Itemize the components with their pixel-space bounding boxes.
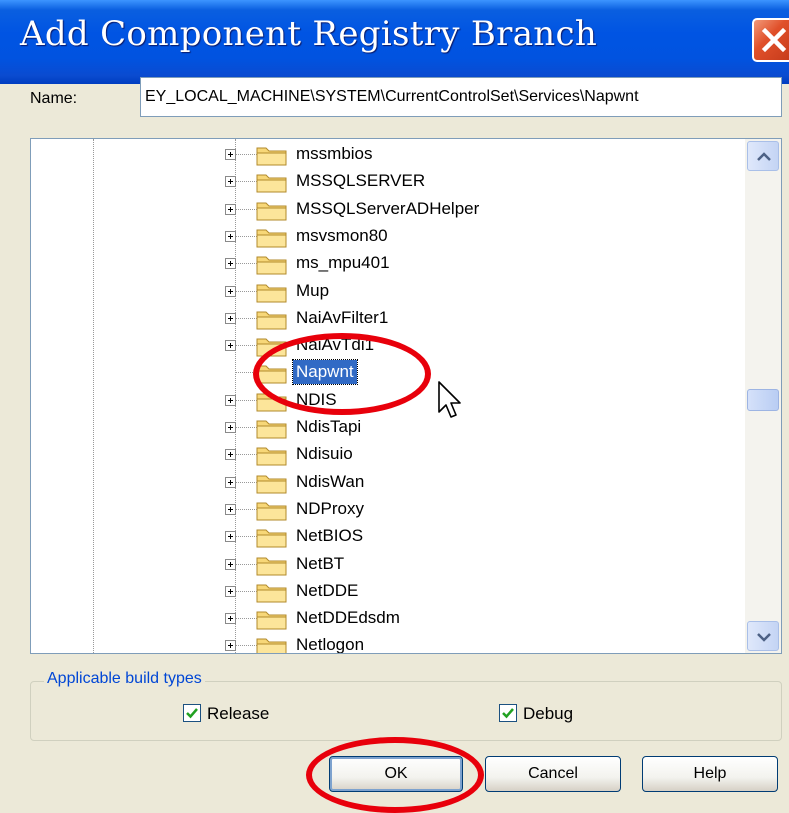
tree-item-label: NetBT: [296, 553, 345, 573]
folder-icon: [256, 472, 288, 494]
cancel-button-label: Cancel: [528, 765, 578, 782]
debug-label: Debug: [523, 704, 574, 723]
tree-item-label: NetBIOS: [296, 526, 364, 546]
tree-item-label: Mup: [296, 280, 330, 300]
folder-icon: [256, 417, 288, 439]
tree-item-label: mssmbios: [296, 144, 373, 163]
expand-plus-icon[interactable]: [225, 149, 236, 160]
chevron-down-icon: [757, 633, 771, 642]
expand-plus-icon[interactable]: [225, 230, 236, 242]
highlight-circle-napwnt: [253, 333, 431, 415]
debug-checkbox-box[interactable]: [499, 704, 517, 722]
tree-item-label: NDProxy: [296, 498, 365, 518]
name-label: Name:: [30, 90, 78, 107]
close-button[interactable]: [752, 18, 789, 62]
expand-plus-icon[interactable]: [225, 176, 236, 188]
chevron-up-icon: [757, 152, 771, 161]
name-field[interactable]: EY_LOCAL_MACHINE\SYSTEM\CurrentControlSe…: [140, 77, 782, 117]
title-bar: Add Component Registry Branch: [0, 0, 789, 84]
tree-item-label: Ndisuio: [296, 444, 353, 464]
expand-plus-icon[interactable]: [225, 285, 236, 297]
expand-plus-icon[interactable]: [225, 613, 236, 625]
expand-plus-icon[interactable]: [225, 312, 236, 324]
folder-icon: [256, 499, 288, 521]
tree-item-label: NetDDE: [296, 580, 359, 600]
checkmark-icon: [186, 708, 198, 719]
expand-plus-icon[interactable]: [225, 422, 236, 433]
expand-plus-icon[interactable]: [225, 531, 236, 543]
tree-item-label: NaiAvFilter1: [296, 307, 389, 327]
expand-plus-icon[interactable]: [225, 340, 236, 352]
build-types-group: [30, 681, 782, 741]
tree-item-label: MSSQLServerADHelper: [296, 198, 480, 218]
folder-icon: [256, 226, 288, 248]
tree-item-label: MSSQLSERVER: [296, 171, 426, 191]
folder-icon: [256, 281, 288, 303]
cancel-button[interactable]: Cancel: [485, 756, 621, 792]
checkmark-icon: [502, 708, 514, 719]
tree-item[interactable]: Mup: [31, 278, 731, 306]
expand-plus-icon[interactable]: [225, 258, 236, 270]
tree-item-label: ms_mpu401: [296, 253, 390, 273]
scroll-up-button[interactable]: [747, 141, 779, 171]
expand-plus-icon[interactable]: [225, 558, 236, 570]
tree-item[interactable]: Ndisuio: [31, 441, 731, 469]
expand-plus-icon[interactable]: [225, 640, 236, 652]
help-button-label: Help: [693, 765, 727, 782]
folder-icon: [256, 444, 288, 466]
dialog-title: Add Component Registry Branch: [20, 14, 598, 54]
tree-item[interactable]: NDProxy: [31, 496, 731, 524]
close-icon: [761, 27, 787, 53]
tree-item[interactable]: MSSQLServerADHelper: [31, 196, 731, 224]
tree-item[interactable]: NetBT: [31, 551, 731, 579]
tree-item[interactable]: NdisWan: [31, 469, 731, 497]
folder-icon: [256, 581, 288, 603]
tree-item[interactable]: Netlogon: [31, 632, 731, 654]
release-checkbox-box[interactable]: [183, 704, 201, 722]
tree-item[interactable]: msvsmon80: [31, 223, 731, 251]
scroll-thumb[interactable]: [747, 389, 779, 411]
vertical-scrollbar[interactable]: [745, 139, 781, 653]
release-label: Release: [207, 704, 270, 723]
scroll-down-button[interactable]: [747, 621, 779, 651]
tree-item-label: NdisWan: [296, 471, 365, 491]
folder-icon: [256, 144, 288, 166]
folder-icon: [256, 171, 288, 193]
expand-plus-icon[interactable]: [225, 203, 236, 215]
folder-icon: [256, 554, 288, 576]
tree-item[interactable]: NetBIOS: [31, 523, 731, 551]
expand-plus-icon[interactable]: [225, 394, 236, 406]
expand-plus-icon[interactable]: [225, 585, 236, 597]
folder-icon: [256, 608, 288, 630]
expand-plus-icon[interactable]: [225, 449, 236, 461]
expand-plus-icon[interactable]: [225, 476, 236, 488]
tree-item[interactable]: MSSQLSERVER: [31, 168, 731, 196]
tree-item-label: Netlogon: [296, 635, 365, 654]
help-button[interactable]: Help: [642, 756, 778, 792]
folder-icon: [256, 308, 288, 330]
tree-item[interactable]: ms_mpu401: [31, 250, 731, 278]
folder-icon: [256, 199, 288, 221]
build-types-legend: Applicable build types: [44, 670, 205, 688]
tree-item-label: NetDDEdsdm: [296, 608, 400, 628]
tree-item-label: NdisTapi: [296, 417, 362, 436]
folder-icon: [256, 635, 288, 653]
folder-icon: [256, 253, 288, 275]
name-field-value: EY_LOCAL_MACHINE\SYSTEM\CurrentControlSe…: [145, 88, 639, 105]
expand-plus-icon[interactable]: [225, 503, 236, 515]
tree-item[interactable]: mssmbios: [31, 141, 731, 169]
mouse-cursor-icon: [438, 381, 461, 418]
highlight-circle-ok: [306, 737, 484, 813]
tree-item[interactable]: NetDDEdsdm: [31, 605, 731, 633]
tree-item[interactable]: NdisTapi: [31, 414, 731, 442]
tree-item-label: msvsmon80: [296, 225, 388, 245]
tree-item[interactable]: NaiAvFilter1: [31, 305, 731, 333]
folder-icon: [256, 526, 288, 548]
tree-item[interactable]: NetDDE: [31, 578, 731, 606]
